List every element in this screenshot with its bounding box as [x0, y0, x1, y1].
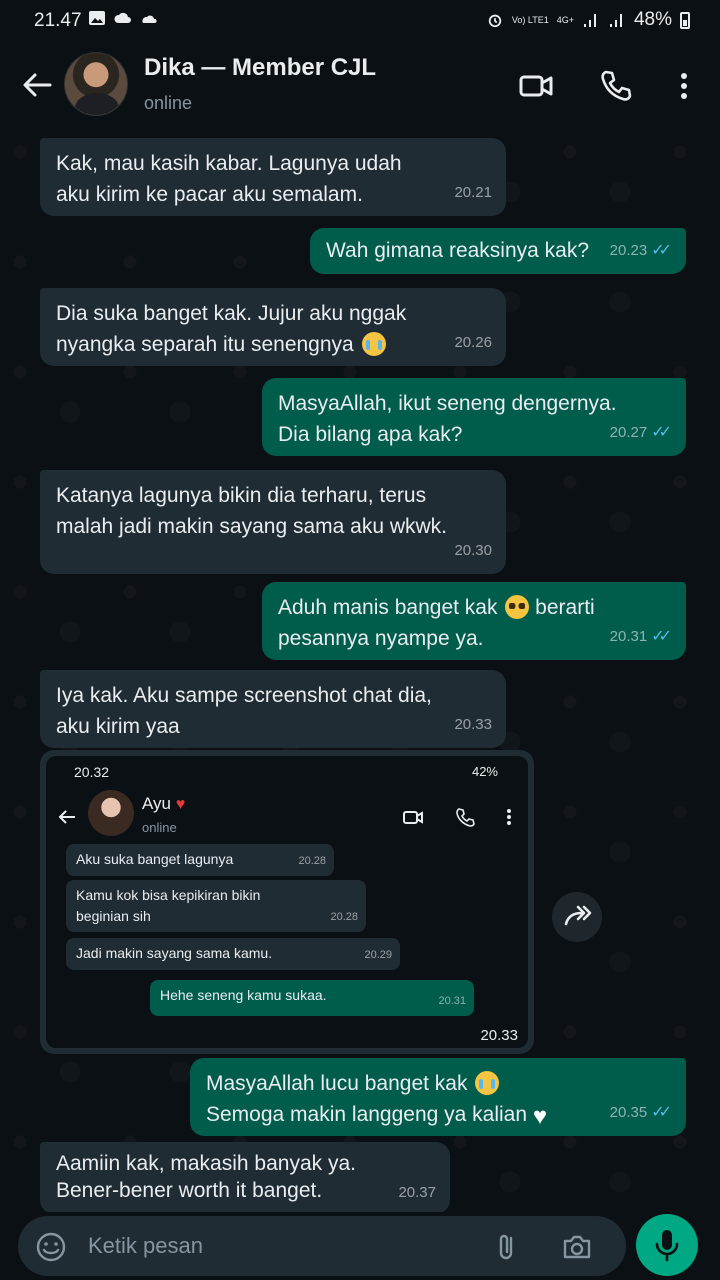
phone-call-icon: [456, 808, 475, 827]
emoji-icon[interactable]: [34, 1230, 68, 1264]
weather-icon: [142, 15, 157, 23]
chat-area[interactable]: Kak, mau kasih kabar. Lagunya udah aku k…: [0, 132, 720, 1214]
image-message[interactable]: 20.32 42% Ayu ♥ online Aku suka banget l…: [40, 750, 534, 1054]
white-heart-icon: ♥: [532, 1103, 548, 1130]
message-time: 20.27: [609, 424, 648, 441]
back-arrow-icon: [58, 810, 75, 824]
net-type-label: 4G+: [556, 14, 574, 25]
avatar: [88, 790, 134, 836]
video-call-icon[interactable]: [518, 68, 554, 104]
input-bar: Ketik pesan: [0, 1212, 720, 1280]
status-bar: 21.47 Vo) LTE1 4G+ 48%: [0, 0, 720, 40]
signal-icon: [583, 14, 596, 27]
message-outgoing[interactable]: Wah gimana reaksinya kak? 20.23 ✓✓: [310, 228, 686, 274]
message-outgoing[interactable]: MasyaAllah lucu banget kak Semoga makin …: [190, 1058, 686, 1136]
volte-label: Vo) LTE1: [511, 14, 549, 25]
alarm-icon: [488, 14, 502, 28]
forward-icon: [564, 905, 592, 926]
battery-percent: 48%: [633, 9, 672, 30]
attachment-icon[interactable]: [490, 1230, 524, 1264]
message-time: 20.31: [609, 628, 648, 645]
list-item: Kamu kok bisa kepikiran bikin beginian s…: [66, 880, 366, 932]
heart-icon: ♥: [175, 796, 186, 813]
pleading-emoji-icon: [505, 595, 530, 619]
read-ticks-icon: ✓✓: [651, 424, 672, 441]
more-options-icon[interactable]: [666, 68, 702, 104]
message-input[interactable]: Ketik pesan: [18, 1216, 626, 1276]
microphone-icon: [655, 1230, 679, 1262]
message-incoming[interactable]: Dia suka banget kak. Jujur aku nggak nya…: [40, 288, 506, 366]
message-outgoing[interactable]: MasyaAllah, ikut seneng dengernya. Dia b…: [262, 378, 686, 456]
message-incoming[interactable]: Aamiin kak, makasih banyak ya. Bener-ben…: [40, 1142, 450, 1214]
message-time: 20.33: [480, 1027, 518, 1044]
read-ticks-icon: ✓✓: [651, 1104, 672, 1121]
video-call-icon: [403, 811, 423, 824]
crying-emoji-icon: [475, 1071, 500, 1095]
list-item: Aku suka banget lagunya 20.28: [66, 844, 334, 876]
message-time: 20.26: [454, 334, 492, 351]
status-time: 21.47: [34, 10, 82, 31]
message-time: 20.33: [454, 716, 492, 733]
message-time: 20.35: [609, 1104, 648, 1121]
message-outgoing[interactable]: Aduh manis banget kak berarti pesannya n…: [262, 582, 686, 660]
message-time: 20.23: [609, 242, 648, 259]
voice-message-button[interactable]: [636, 1214, 698, 1276]
message-incoming[interactable]: Iya kak. Aku sampe screenshot chat dia, …: [40, 670, 506, 748]
camera-icon[interactable]: [560, 1230, 594, 1264]
read-ticks-icon: ✓✓: [651, 242, 672, 259]
signal-2-icon: [609, 14, 622, 27]
back-arrow-icon[interactable]: [20, 68, 54, 102]
battery-icon: [680, 11, 690, 29]
phone-call-icon[interactable]: [598, 68, 634, 104]
message-time: 20.30: [454, 542, 492, 559]
message-input-placeholder: Ketik pesan: [88, 1233, 203, 1258]
message-incoming[interactable]: Kak, mau kasih kabar. Lagunya udah aku k…: [40, 138, 506, 216]
more-options-icon: [507, 809, 511, 825]
list-item: Jadi makin sayang sama kamu. 20.29: [66, 938, 400, 970]
screenshot-image[interactable]: 20.32 42% Ayu ♥ online Aku suka banget l…: [46, 756, 528, 1048]
message-time: 20.21: [454, 184, 492, 201]
gallery-icon: [89, 11, 105, 25]
read-ticks-icon: ✓✓: [651, 628, 672, 645]
screenshot-battery: 42%: [471, 764, 498, 779]
crying-emoji-icon: [361, 332, 386, 356]
forward-button[interactable]: [552, 892, 602, 942]
cloud-icon: [114, 12, 131, 23]
list-item: Hehe seneng kamu sukaa. 20.31: [150, 980, 474, 1016]
contact-name[interactable]: Dika — Member CJL: [144, 54, 376, 82]
message-incoming[interactable]: Katanya lagunya bikin dia terharu, terus…: [40, 470, 506, 574]
contact-status: online: [144, 93, 193, 113]
chat-header: Dika — Member CJL online: [0, 40, 720, 132]
contact-avatar[interactable]: [64, 52, 128, 116]
message-time: 20.37: [398, 1184, 436, 1201]
